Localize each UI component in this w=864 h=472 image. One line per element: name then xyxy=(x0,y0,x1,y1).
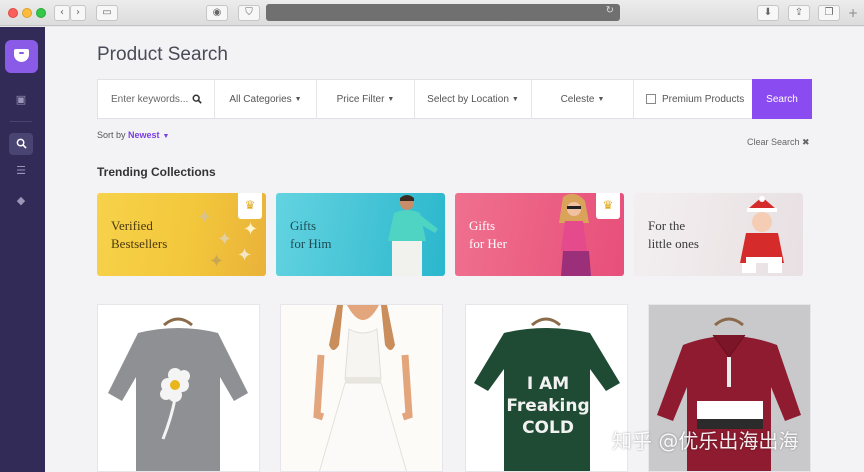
app-sidebar: ▣ ☰ ◆ xyxy=(0,27,45,472)
back-button[interactable]: ‹ xyxy=(54,5,70,21)
collection-label: Gifts for Him xyxy=(290,218,332,251)
crown-icon: ♛ xyxy=(596,193,620,219)
categories-label: All Categories xyxy=(229,93,292,105)
price-filter-label: Price Filter xyxy=(336,93,385,105)
collection-card-little-ones[interactable]: For the little ones xyxy=(634,193,803,276)
caret-down-icon: ▼ xyxy=(162,133,170,140)
categories-dropdown[interactable]: All Categories ▼ xyxy=(215,80,317,118)
search-icon xyxy=(192,94,202,104)
collection-label: Gifts for Her xyxy=(469,218,507,251)
brand-dropdown[interactable]: Celeste ▼ xyxy=(532,80,634,118)
download-icon[interactable]: ⬇ xyxy=(757,5,779,21)
reload-icon[interactable]: ↻ xyxy=(606,5,614,16)
brand-label: Celeste xyxy=(560,93,595,105)
tag-icon: ◆ xyxy=(16,194,26,207)
premium-label: Premium Products xyxy=(662,93,745,105)
collection-label: Verified Bestsellers xyxy=(111,218,168,251)
collection-label: For the little ones xyxy=(648,218,699,251)
trending-collections-title: Trending Collections xyxy=(97,165,216,179)
main-content: Product Search Enter keywords... All Cat… xyxy=(45,27,864,472)
share-icon[interactable]: ⇪ xyxy=(788,5,810,21)
minimize-window-button[interactable] xyxy=(22,8,32,18)
product-card-green-sweater[interactable]: I AM Freaking COLD xyxy=(465,304,628,472)
collection-card-gifts-for-him[interactable]: Gifts for Him xyxy=(276,193,445,276)
clear-search-link[interactable]: Clear Search ✖ xyxy=(747,137,810,148)
location-dropdown[interactable]: Select by Location ▼ xyxy=(415,80,532,118)
zoom-window-button[interactable] xyxy=(36,8,46,18)
star-decoration: ✦ xyxy=(217,229,233,250)
new-tab-button[interactable]: + xyxy=(848,6,858,20)
grey-flower-sweater-image xyxy=(108,317,248,471)
keyword-search-input[interactable]: Enter keywords... xyxy=(98,80,215,118)
crown-icon: ♛ xyxy=(238,193,262,219)
collection-card-verified-bestsellers[interactable]: Verified Bestsellers ✦ ✦ ✦ ✦ ✦ ♛ xyxy=(97,193,266,276)
premium-products-toggle[interactable]: Premium Products xyxy=(634,80,754,118)
search-bar: Enter keywords... All Categories ▼ Price … xyxy=(97,79,811,119)
sidebar-divider xyxy=(10,121,32,122)
search-icon xyxy=(16,138,27,149)
page-title: Product Search xyxy=(97,44,228,65)
man-photo xyxy=(388,195,438,276)
premium-checkbox[interactable] xyxy=(646,94,656,104)
extension-icon[interactable]: ◉ xyxy=(206,5,228,21)
sidebar-item-search[interactable] xyxy=(9,133,33,155)
sidebar-item-catalog[interactable]: ▣ xyxy=(9,93,33,115)
tabs-overview-icon[interactable]: ❐ xyxy=(818,5,840,21)
star-decoration: ✦ xyxy=(209,251,225,272)
search-button[interactable]: Search xyxy=(752,79,812,119)
browser-toolbar: ‹ › ▭ ◉ ⛉ ↻ ⬇ ⇪ ❐ + xyxy=(0,0,864,26)
product-card-white-dress[interactable] xyxy=(280,304,443,472)
caret-down-icon: ▼ xyxy=(294,95,302,103)
child-photo xyxy=(740,196,784,273)
forward-button[interactable]: › xyxy=(70,5,86,21)
star-decoration: ✦ xyxy=(243,219,259,240)
sort-by-control[interactable]: Sort by Newest ▼ xyxy=(97,130,169,140)
sweater-print-text: I AM Freaking COLD xyxy=(506,374,590,438)
address-bar[interactable]: ↻ xyxy=(266,4,620,21)
book-icon: ▣ xyxy=(15,93,27,106)
sidebar-item-tags[interactable]: ◆ xyxy=(9,194,33,216)
bag-logo-icon xyxy=(14,49,29,62)
watermark-text: 知乎 @优乐出海出海 xyxy=(612,429,799,453)
sidebar-item-orders[interactable]: ☰ xyxy=(9,164,33,186)
sort-by-label: Sort by xyxy=(97,130,126,140)
shield-icon[interactable]: ⛉ xyxy=(238,5,260,21)
list-icon: ☰ xyxy=(16,164,26,177)
sidebar-toggle-icon[interactable]: ▭ xyxy=(96,5,118,21)
location-label: Select by Location xyxy=(427,93,509,105)
price-filter-dropdown[interactable]: Price Filter ▼ xyxy=(317,80,415,118)
close-window-button[interactable] xyxy=(8,8,18,18)
white-dress-image xyxy=(281,305,442,471)
sort-by-value: Newest xyxy=(128,130,160,140)
app-logo[interactable] xyxy=(5,40,38,73)
product-card-grey-sweater[interactable] xyxy=(97,304,260,472)
star-decoration: ✦ xyxy=(237,245,253,266)
caret-down-icon: ▼ xyxy=(511,95,519,103)
star-decoration: ✦ xyxy=(197,207,213,228)
keyword-placeholder: Enter keywords... xyxy=(111,93,189,105)
collection-card-gifts-for-her[interactable]: Gifts for Her ♛ xyxy=(455,193,624,276)
caret-down-icon: ▼ xyxy=(597,95,605,103)
caret-down-icon: ▼ xyxy=(387,95,395,103)
